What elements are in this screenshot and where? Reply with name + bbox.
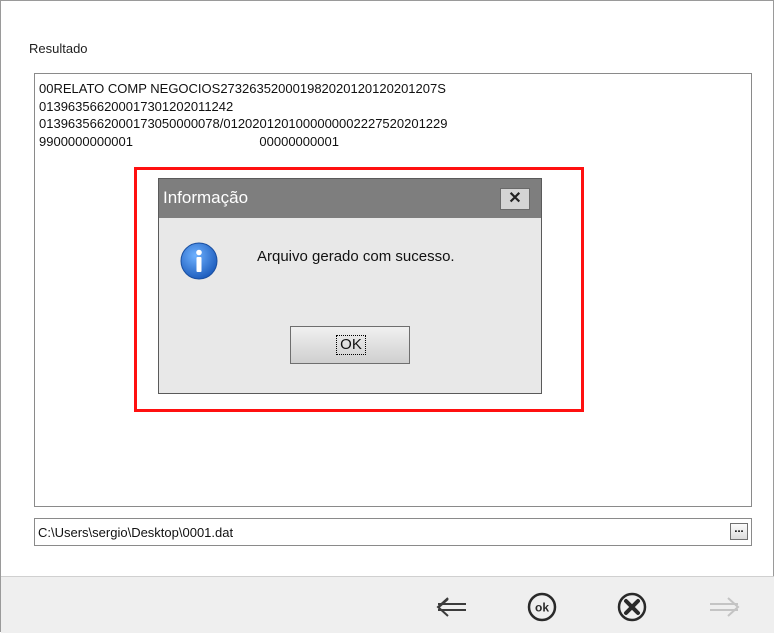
browse-button[interactable]: ... bbox=[730, 523, 748, 540]
result-line: 01396356620001730120201124​2 bbox=[39, 98, 234, 114]
result-line: 9900000000001 00000000001 bbox=[39, 133, 339, 149]
result-lines: 00RELATO COMP NEGOCIOS273263520001982020… bbox=[39, 80, 448, 150]
result-line: 00RELATO COMP NEGOCIOS273263520001982020… bbox=[39, 81, 446, 96]
svg-text:ok: ok bbox=[535, 601, 549, 615]
file-path-input[interactable] bbox=[35, 519, 728, 545]
result-line: 0139635662000173050000078/01202012010000… bbox=[39, 116, 448, 131]
cancel-circle-icon[interactable] bbox=[614, 592, 650, 622]
ok-circle-icon[interactable]: ok bbox=[524, 592, 560, 622]
file-path-row: ... bbox=[34, 518, 752, 546]
result-label: Resultado bbox=[29, 41, 88, 56]
back-arrow-icon[interactable] bbox=[434, 592, 470, 622]
forward-arrow-icon[interactable] bbox=[706, 592, 742, 622]
highlight-frame bbox=[134, 167, 584, 412]
bottom-toolbar: ok bbox=[1, 576, 774, 633]
